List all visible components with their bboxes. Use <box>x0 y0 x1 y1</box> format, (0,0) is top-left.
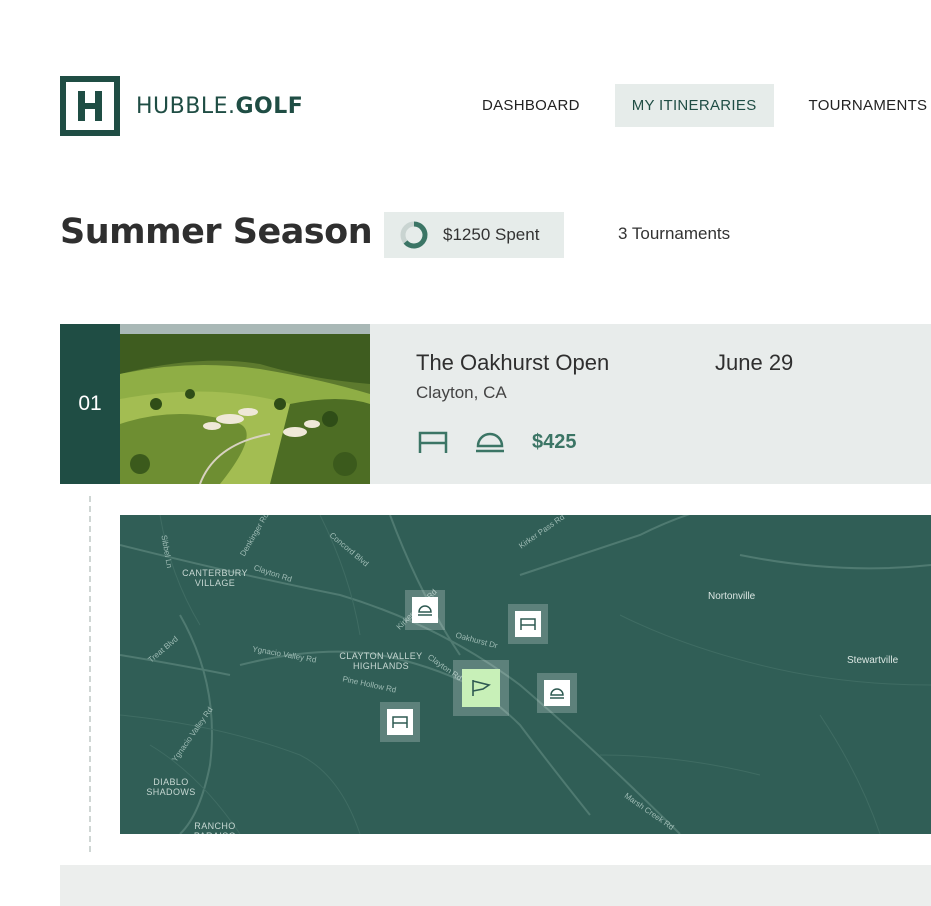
tournament-location: Clayton, CA <box>416 383 507 402</box>
golf-flag-icon <box>472 680 491 696</box>
map-roads <box>120 515 931 834</box>
map-place-nortonville: Nortonville <box>708 591 756 602</box>
tournament-count: 3 Tournaments <box>618 224 731 243</box>
golf-course-photo <box>120 324 370 484</box>
tournament-price: $425 <box>532 430 577 453</box>
map-pin-restaurant[interactable] <box>405 590 445 630</box>
main-nav: DASHBOARD MY ITINERARIES TOURNAMENTS <box>465 84 931 127</box>
bed-icon <box>392 716 408 728</box>
logo-mark-icon <box>60 76 120 136</box>
spent-badge: $1250 Spent <box>384 212 564 258</box>
map-place-clayton-valley: CLAYTON VALLEY HIGHLANDS <box>339 651 423 671</box>
tournament-name[interactable]: The Oakhurst Open <box>416 350 609 376</box>
spent-amount: $1250 Spent <box>443 225 540 244</box>
bed-icon <box>418 430 448 454</box>
tournament-map[interactable]: CANTERBURY VILLAGE CLAYTON VALLEY HIGHLA… <box>120 515 931 834</box>
food-service-icon <box>474 430 506 454</box>
map-pin-restaurant-2[interactable] <box>537 673 577 713</box>
map-place-diablo: DIABLO SHADOWS <box>146 777 196 797</box>
tournament-card[interactable]: 01 The Oakhurst Open June 29 Clayton, CA <box>60 324 931 484</box>
nav-tournaments[interactable]: TOURNAMENTS <box>792 84 931 127</box>
tournament-date: June 29 <box>715 350 794 375</box>
map-place-stewartville: Stewartville <box>847 655 899 666</box>
food-service-icon <box>418 605 432 616</box>
brand-logo[interactable]: HUBBLE.GOLF <box>60 76 303 136</box>
map-place-canterbury: CANTERBURY VILLAGE <box>182 568 248 588</box>
tournament-index: 01 <box>60 324 120 484</box>
brand-name: HUBBLE.GOLF <box>136 93 304 119</box>
budget-donut-icon <box>400 221 428 249</box>
map-pin-golf-course[interactable] <box>453 660 509 716</box>
amenities: $425 <box>418 430 577 454</box>
timeline-connector <box>89 496 91 852</box>
nav-dashboard[interactable]: DASHBOARD <box>465 84 597 127</box>
food-service-icon <box>550 688 564 699</box>
page-title: Summer Season <box>60 212 373 252</box>
map-pin-hotel-2[interactable] <box>380 702 420 742</box>
next-tournament-card[interactable] <box>60 865 931 906</box>
bed-icon <box>520 618 536 630</box>
nav-my-itineraries[interactable]: MY ITINERARIES <box>614 84 774 127</box>
map-pin-hotel[interactable] <box>508 604 548 644</box>
map-place-rancho: RANCHO PARAISO <box>194 821 236 834</box>
